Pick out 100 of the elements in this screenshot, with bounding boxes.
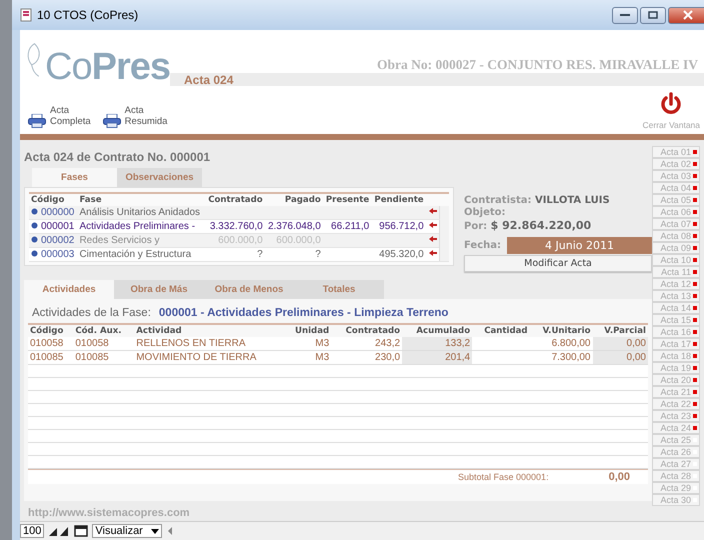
maximize-button[interactable] xyxy=(640,6,666,24)
table-cell[interactable]: 000000 xyxy=(29,206,78,220)
table-cell: M3 xyxy=(284,337,332,350)
acta-button[interactable]: Acta 09 xyxy=(652,242,700,254)
table-cell: Actividades Preliminares - xyxy=(77,220,205,234)
caret-icon xyxy=(150,528,159,534)
acta-button[interactable]: Acta 23 xyxy=(652,410,700,422)
table-cell: M3 xyxy=(284,350,332,364)
table-cell: ? xyxy=(204,248,265,262)
printer-icon xyxy=(28,114,46,128)
contratista-value: VILLOTA LUIS xyxy=(534,195,610,206)
acta-button[interactable]: Acta 07 xyxy=(652,218,700,230)
acta-button[interactable]: Acta 18 xyxy=(652,350,700,362)
table-cell: ? xyxy=(264,248,323,262)
subtotal-value: 0,00 xyxy=(608,471,630,483)
table-cell[interactable]: 000002 xyxy=(29,234,78,248)
table-cell: 010058 xyxy=(73,337,134,350)
table-cell: 010058 xyxy=(28,337,74,350)
acta-button[interactable]: Acta 29 xyxy=(652,482,700,494)
amount-value: $ 92.864.220,00 xyxy=(490,219,592,232)
acta-button[interactable]: Acta 19 xyxy=(652,362,700,374)
tab[interactable]: Obra de Menos xyxy=(204,280,294,299)
acta-button[interactable]: Acta 03 xyxy=(652,170,700,182)
website-link[interactable]: http://www.sistemacopres.com xyxy=(28,507,652,519)
page-icon[interactable] xyxy=(74,525,88,537)
tab[interactable]: Obra de Más xyxy=(114,280,204,299)
table-cell: Cimentación y Estructura xyxy=(77,248,205,262)
modify-button[interactable]: Modificar Acta xyxy=(464,255,652,272)
tab[interactable]: Totales xyxy=(294,280,384,299)
acta-button[interactable]: Acta 30 xyxy=(652,494,700,506)
bullet-icon xyxy=(31,222,38,229)
table-cell: 133,2 xyxy=(402,337,472,350)
chart-icon[interactable] xyxy=(48,525,70,537)
tab[interactable]: Observaciones xyxy=(117,168,202,187)
acta-button[interactable]: Acta 20 xyxy=(652,374,700,386)
acta-button[interactable]: Acta 12 xyxy=(652,278,700,290)
table-cell[interactable]: 000001 xyxy=(29,220,78,234)
caption-value: 000001 - Actividades Preliminares - Limpieza Terreno xyxy=(158,307,448,319)
acta-button[interactable]: Acta 17 xyxy=(652,338,700,350)
acta-button[interactable]: Acta 24 xyxy=(652,422,700,434)
acta-button[interactable]: Acta 16 xyxy=(652,326,700,338)
table-cell: Análisis Unitarios Anidados xyxy=(77,206,205,220)
acta-button[interactable]: Acta 27 xyxy=(652,458,700,470)
acta-button[interactable]: Acta 08 xyxy=(652,230,700,242)
contract-title: Acta 024 de Contrato No. 000001 xyxy=(24,150,212,164)
acta-button[interactable]: Acta 26 xyxy=(652,446,700,458)
close-button[interactable] xyxy=(668,6,704,24)
acta-button[interactable]: Acta 10 xyxy=(652,254,700,266)
table-cell: 0,00 xyxy=(592,337,648,350)
window-title: 10 CTOS (CoPres) xyxy=(37,8,140,22)
table-cell: 7.300,00 xyxy=(530,350,592,364)
view-dropdown[interactable]: Visualizar xyxy=(92,524,162,538)
scroll-left-icon[interactable] xyxy=(166,526,174,536)
acta-button[interactable]: Acta 15 xyxy=(652,314,700,326)
table-cell: 66.211,0 xyxy=(322,220,372,234)
table-cell: 0,00 xyxy=(592,350,648,364)
power-icon xyxy=(660,92,682,116)
acta-button[interactable]: Acta 14 xyxy=(652,302,700,314)
acta-button[interactable]: Acta 22 xyxy=(652,398,700,410)
acta-button[interactable]: Acta 06 xyxy=(652,206,700,218)
acta-button[interactable]: Acta 05 xyxy=(652,194,700,206)
table-cell: MOVIMIENTO DE TIERRA xyxy=(134,350,285,364)
obra-title: Obra No: 000027 - CONJUNTO RES. MIRAVALLE IV xyxy=(376,57,699,73)
table-cell: Redes Servicios y xyxy=(77,234,205,248)
tab[interactable]: Fases xyxy=(32,168,117,187)
contratista-label: Contratista: xyxy=(464,195,532,206)
print-button[interactable]: Acta Completa xyxy=(28,106,91,128)
acta-number: Acta 024 xyxy=(184,72,234,86)
date-field[interactable]: 4 Junio 2011 xyxy=(507,237,652,254)
acta-button[interactable]: Acta 02 xyxy=(652,158,700,170)
bullet-icon xyxy=(31,208,38,215)
table-cell: 243,2 xyxy=(331,337,402,350)
bullet-icon xyxy=(31,250,38,257)
maximize-icon xyxy=(648,11,658,19)
acta-button[interactable]: Acta 28 xyxy=(652,470,700,482)
printer-icon xyxy=(102,114,121,128)
por-label: Por: xyxy=(464,221,488,232)
table-cell[interactable]: 000003 xyxy=(29,248,78,262)
table-cell: RELLENOS EN TIERRA xyxy=(134,337,285,350)
close-icon xyxy=(683,10,693,20)
acta-button[interactable]: Acta 01 xyxy=(652,146,700,158)
acta-button[interactable]: Acta 04 xyxy=(652,182,700,194)
zoom-field[interactable]: 100 xyxy=(20,524,44,538)
acta-button[interactable]: Acta 25 xyxy=(652,434,700,446)
app-icon xyxy=(20,8,32,22)
acta-button[interactable]: Acta 11 xyxy=(652,266,700,278)
table-cell: 230,0 xyxy=(331,350,402,364)
acta-button[interactable]: Acta 21 xyxy=(652,386,700,398)
table-cell: 6.800,00 xyxy=(530,337,592,350)
table-cell: 3.332.760,0 xyxy=(204,220,265,234)
table-cell: 956.712,0 xyxy=(371,220,426,234)
caption-label: Actividades de la Fase: xyxy=(32,307,151,319)
tab[interactable]: Actividades xyxy=(24,280,114,299)
minimize-icon xyxy=(620,13,630,17)
acta-button[interactable]: Acta 13 xyxy=(652,290,700,302)
objeto-label: Objeto: xyxy=(464,207,507,218)
close-window-button[interactable]: Cerrar Vantana xyxy=(642,92,700,130)
fecha-label: Fecha: xyxy=(464,240,502,251)
minimize-button[interactable] xyxy=(612,6,638,24)
print-button[interactable]: Acta Resumida xyxy=(102,106,168,128)
